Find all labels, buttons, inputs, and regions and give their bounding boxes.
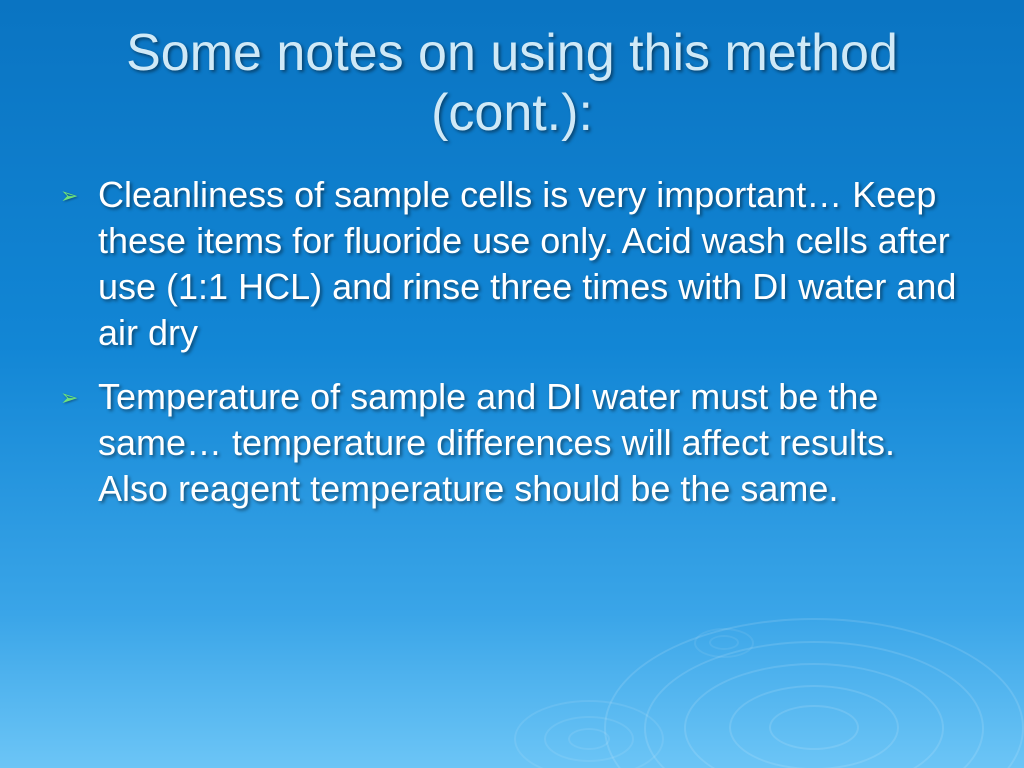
list-item-text: Temperature of sample and DI water must … xyxy=(98,376,895,509)
list-item: ➢ Temperature of sample and DI water mus… xyxy=(60,374,968,512)
bullet-list: ➢ Cleanliness of sample cells is very im… xyxy=(56,172,968,513)
list-item-text: Cleanliness of sample cells is very impo… xyxy=(98,174,956,353)
bullet-icon: ➢ xyxy=(60,384,78,412)
slide: Some notes on using this method (cont.):… xyxy=(0,0,1024,768)
list-item: ➢ Cleanliness of sample cells is very im… xyxy=(60,172,968,356)
bullet-icon: ➢ xyxy=(60,182,78,210)
slide-title: Some notes on using this method (cont.): xyxy=(56,24,968,144)
